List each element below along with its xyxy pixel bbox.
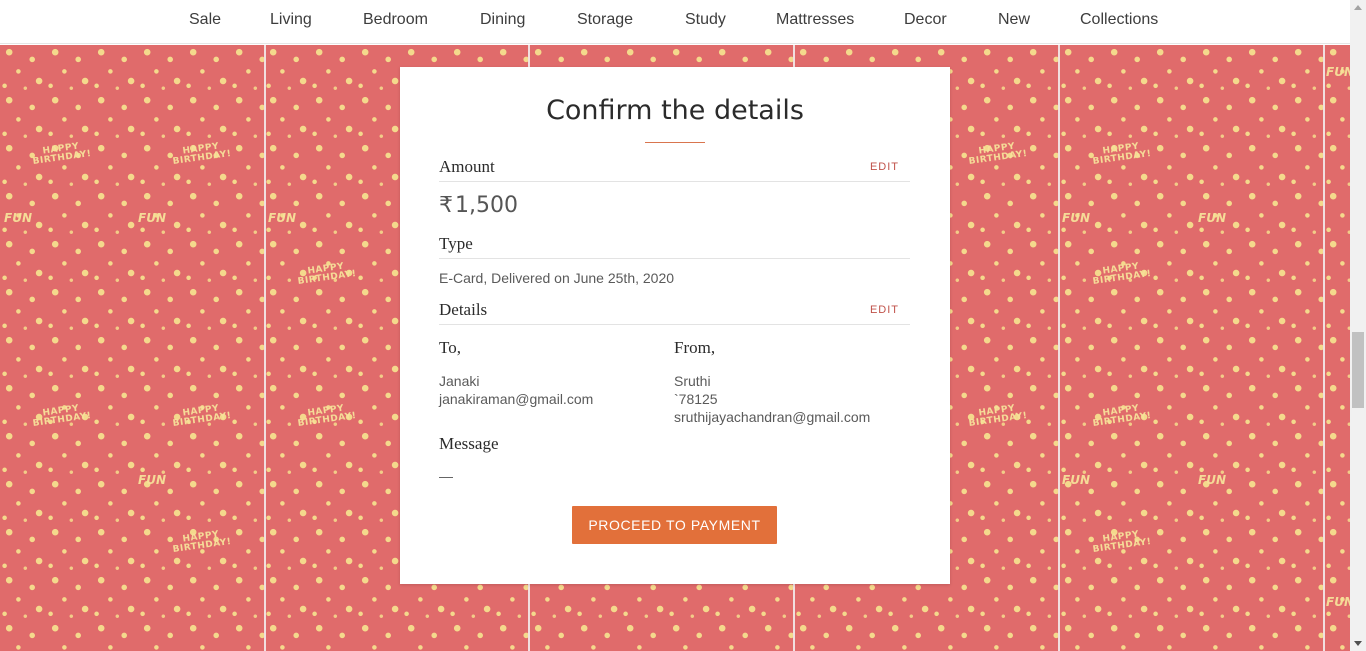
divider xyxy=(439,258,910,259)
divider xyxy=(439,181,910,182)
fun-doodle: FUN xyxy=(1198,473,1226,487)
top-navigation: Sale Living Bedroom Dining Storage Study… xyxy=(0,0,1350,44)
fun-doodle: FUN xyxy=(1326,595,1350,609)
fun-doodle: FUN xyxy=(1326,65,1350,79)
nav-item-study[interactable]: Study xyxy=(685,11,726,29)
nav-item-dining[interactable]: Dining xyxy=(480,11,525,29)
nav-item-collections[interactable]: Collections xyxy=(1080,11,1158,29)
pattern-tile xyxy=(0,45,266,651)
nav-item-new[interactable]: New xyxy=(998,11,1030,29)
sender-phone: `78125 xyxy=(674,391,718,407)
divider xyxy=(439,324,910,325)
sender-name: Sruthi xyxy=(674,373,711,389)
scroll-down-arrow-icon[interactable] xyxy=(1354,641,1362,646)
scrollbar-thumb[interactable] xyxy=(1352,332,1364,408)
fun-doodle: FUN xyxy=(268,211,296,225)
fun-doodle: FUN xyxy=(1198,211,1226,225)
rupee-icon: ₹ xyxy=(439,193,453,218)
edit-details-link[interactable]: EDIT xyxy=(870,304,899,316)
nav-item-storage[interactable]: Storage xyxy=(577,11,633,29)
amount-label: Amount xyxy=(439,157,495,176)
to-label: To, xyxy=(439,338,461,357)
vertical-scrollbar[interactable] xyxy=(1350,0,1366,651)
amount-number: 1,500 xyxy=(455,193,518,218)
type-label: Type xyxy=(439,234,473,253)
message-value: — xyxy=(439,468,453,484)
fun-doodle: FUN xyxy=(138,473,166,487)
fun-doodle: FUN xyxy=(1062,473,1090,487)
message-label: Message xyxy=(439,434,499,453)
sender-email: sruthijayachandran@gmail.com xyxy=(674,409,871,425)
scroll-up-arrow-icon[interactable] xyxy=(1354,5,1362,10)
type-value: E-Card, Delivered on June 25th, 2020 xyxy=(439,270,675,286)
nav-item-decor[interactable]: Decor xyxy=(904,11,947,29)
nav-item-living[interactable]: Living xyxy=(270,11,312,29)
recipient-name: Janaki xyxy=(439,373,480,389)
nav-item-sale[interactable]: Sale xyxy=(189,11,221,29)
proceed-to-payment-button[interactable]: PROCEED TO PAYMENT xyxy=(572,506,777,544)
from-label: From, xyxy=(674,338,716,357)
fun-doodle: FUN xyxy=(4,211,32,225)
nav-item-mattresses[interactable]: Mattresses xyxy=(776,11,854,29)
pattern-tile xyxy=(1059,45,1325,651)
fun-doodle: FUN xyxy=(1062,211,1090,225)
recipient-email: janakiraman@gmail.com xyxy=(439,391,594,407)
confirm-details-card: Confirm the details Amount EDIT ₹1,500 T… xyxy=(400,67,950,584)
title-underline xyxy=(645,142,705,143)
nav-item-bedroom[interactable]: Bedroom xyxy=(363,11,428,29)
pattern-tile xyxy=(1324,45,1350,651)
amount-value: ₹1,500 xyxy=(439,193,518,218)
page-title: Confirm the details xyxy=(546,95,804,126)
fun-doodle: FUN xyxy=(138,211,166,225)
edit-amount-link[interactable]: EDIT xyxy=(870,161,899,173)
details-label: Details xyxy=(439,300,488,319)
